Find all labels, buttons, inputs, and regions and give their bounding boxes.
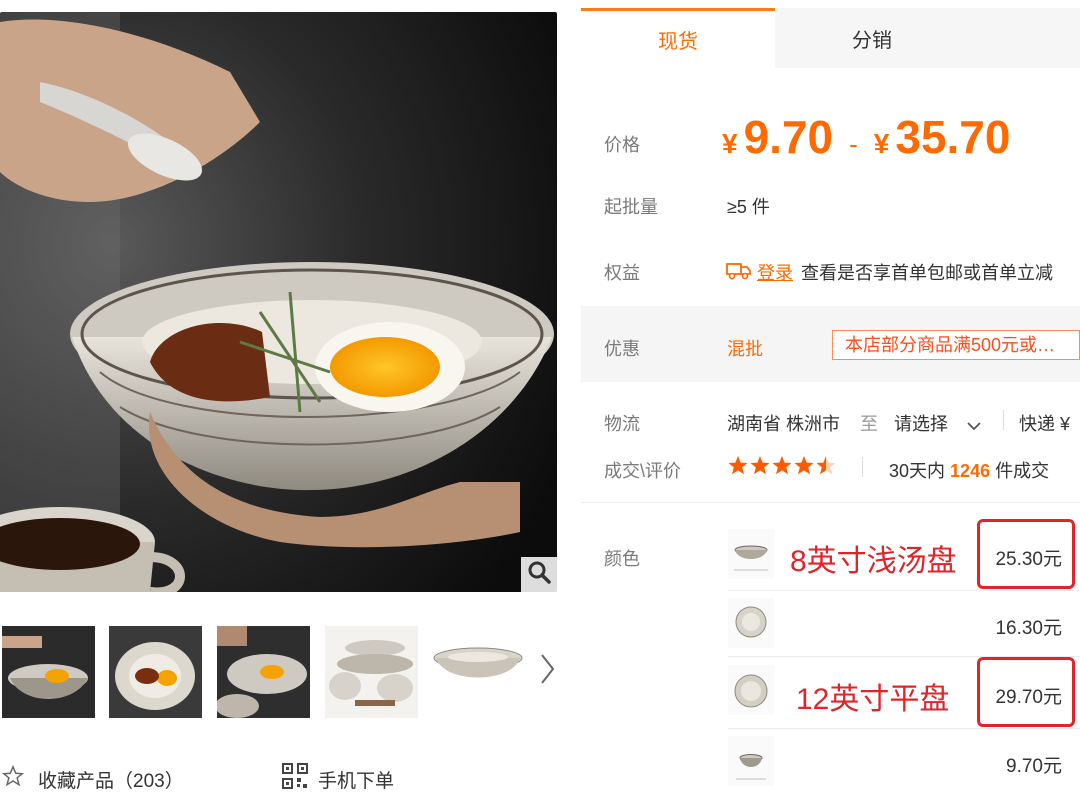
- price-range: ¥ 9.70 - ¥ 35.70: [722, 110, 1010, 176]
- divider: [1003, 410, 1004, 430]
- deals-label: 成交\评价: [604, 461, 682, 481]
- rating-stars: [727, 455, 839, 482]
- moq-value: ≥5 件: [727, 197, 770, 217]
- currency-symbol: ¥: [722, 128, 738, 159]
- thumbnail-5[interactable]: [432, 626, 525, 718]
- favorite-button[interactable]: 收藏产品（203）: [1, 762, 184, 796]
- shallow-bowl-icon[interactable]: [728, 529, 774, 579]
- promo-label: 优惠: [604, 339, 640, 359]
- price-separator: -: [849, 129, 858, 159]
- color-label: 颜色: [604, 549, 640, 569]
- thumbnail-1[interactable]: [2, 626, 95, 718]
- sku-annotation: 8英寸浅汤盘: [790, 545, 957, 578]
- tab-spot-goods[interactable]: 现货: [581, 8, 775, 68]
- bottom-actions: 收藏产品（203） 手机下单: [0, 762, 560, 796]
- logistics-label: 物流: [604, 414, 640, 434]
- chevron-right-icon: [539, 653, 555, 690]
- sku-row[interactable]: 9.70元: [728, 731, 1080, 791]
- main-product-image[interactable]: [0, 12, 557, 592]
- favorite-label: 收藏产品（203）: [38, 770, 184, 792]
- deals-period: 30天内: [889, 461, 946, 481]
- price-label: 价格: [604, 135, 640, 155]
- divider: [728, 590, 1080, 591]
- currency-symbol: ¥: [873, 128, 890, 159]
- price-min: 9.70: [743, 111, 834, 163]
- promo-tag[interactable]: 本店部分商品满500元或…: [832, 330, 1080, 360]
- sku-price: 16.30元: [995, 618, 1062, 639]
- divider: [862, 457, 863, 477]
- logistics-to: 至: [860, 414, 878, 434]
- destination-select[interactable]: 请选择: [894, 410, 981, 436]
- divider: [581, 502, 1080, 503]
- mobile-order-button[interactable]: 手机下单: [282, 762, 394, 796]
- promo-type: 混批: [727, 339, 763, 359]
- sku-price: 9.70元: [1006, 756, 1062, 777]
- divider: [728, 728, 1080, 729]
- benefits-text: 查看是否享首单包邮或首单立减: [801, 263, 1053, 283]
- plate-icon[interactable]: [728, 665, 774, 715]
- star-outline-icon: [1, 764, 34, 793]
- login-link[interactable]: 登录: [757, 259, 793, 285]
- zoom-button[interactable]: [521, 557, 557, 592]
- thumbnail-3[interactable]: [217, 626, 310, 718]
- tab-distribution[interactable]: 分销: [775, 8, 969, 68]
- delivery-truck-icon: [726, 259, 752, 286]
- qr-code-icon: [282, 763, 318, 795]
- thumbnail-4[interactable]: [325, 626, 418, 718]
- magnifier-icon: [527, 560, 551, 589]
- plate-icon[interactable]: [728, 598, 774, 648]
- deals-count: 1246: [950, 461, 991, 481]
- sku-annotation: 12英寸平盘: [796, 683, 950, 716]
- shipping-method: 快递 ¥: [1019, 414, 1071, 434]
- destination-value: 请选择: [894, 414, 948, 434]
- thumbnail-next-button[interactable]: [535, 650, 559, 692]
- deals-summary: 30天内 1246 件成交: [889, 457, 1049, 483]
- thumbnail-2[interactable]: [109, 626, 202, 718]
- tab-bar: 现货 分销: [581, 8, 1080, 68]
- deals-suffix: 件成交: [995, 461, 1050, 481]
- highlight-box: [977, 519, 1075, 589]
- small-bowl-icon[interactable]: [728, 736, 774, 786]
- price-max: 35.70: [895, 111, 1011, 163]
- mobile-order-label: 手机下单: [318, 770, 395, 792]
- moq-label: 起批量: [604, 197, 658, 217]
- chevron-down-icon: [967, 415, 981, 436]
- highlight-box: [977, 657, 1075, 727]
- logistics-origin: 湖南省 株洲市: [727, 414, 841, 434]
- benefits-label: 权益: [604, 263, 640, 283]
- sku-row[interactable]: 16.30元: [728, 593, 1080, 653]
